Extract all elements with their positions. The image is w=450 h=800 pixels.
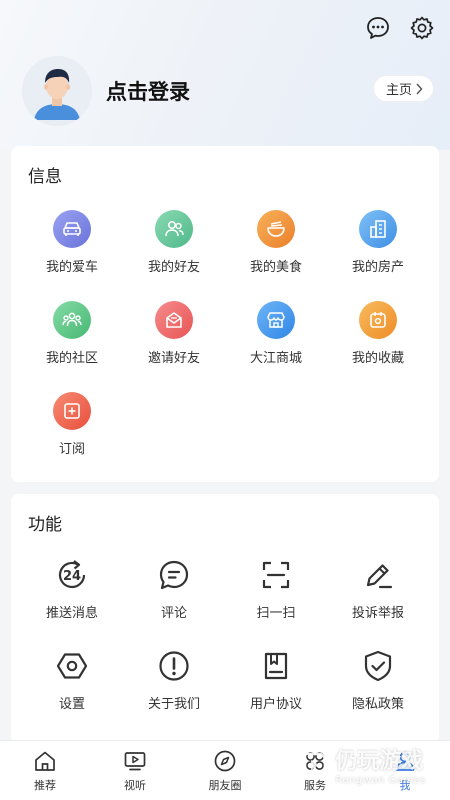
info-item-label: 大江商城 <box>249 351 302 366</box>
profile-header: 点击登录 <box>22 56 190 126</box>
avatar[interactable] <box>22 56 92 126</box>
function-section-title: 功能 <box>28 515 62 535</box>
user-icon <box>392 748 418 774</box>
func-item-label: 投诉举报 <box>351 606 404 621</box>
comment-icon <box>155 556 193 594</box>
homepage-button[interactable]: 主页 <box>372 75 434 102</box>
homepage-label: 主页 <box>385 83 412 98</box>
info-item-label: 我的爱车 <box>45 260 98 275</box>
function-card: 功能 24 推送消息 评论 扫一扫 投诉举报 设置 关于我们 用户协议 隐私政策 <box>11 494 439 744</box>
shield-check-icon <box>359 647 397 685</box>
tab-label: 朋友圈 <box>208 779 242 792</box>
func-item-privacy-policy[interactable]: 隐私政策 <box>328 647 428 712</box>
func-item-label: 用户协议 <box>249 697 302 712</box>
edit-report-icon <box>359 556 397 594</box>
func-item-settings[interactable]: 设置 <box>22 647 122 712</box>
info-item-label: 我的房产 <box>351 260 404 275</box>
info-item-label: 我的社区 <box>45 351 98 366</box>
push-24-icon: 24 <box>53 556 91 594</box>
invite-icon <box>155 301 193 339</box>
store-icon <box>257 301 295 339</box>
func-item-scan[interactable]: 扫一扫 <box>226 556 326 621</box>
func-item-label: 设置 <box>58 697 85 712</box>
info-item-my-community[interactable]: 我的社区 <box>22 301 122 366</box>
tab-services[interactable]: 服务 <box>270 741 360 800</box>
tab-label: 视听 <box>124 779 146 792</box>
info-card: 信息 我的爱车 我的好友 我的美食 我的房产 我的社区 邀请好友 大江商城 我的… <box>11 146 439 482</box>
tab-label: 我 <box>399 779 411 792</box>
func-item-push-messages[interactable]: 24 推送消息 <box>22 556 122 621</box>
tab-label: 服务 <box>304 779 326 792</box>
video-icon <box>122 748 148 774</box>
tab-moments[interactable]: 朋友圈 <box>180 741 270 800</box>
info-item-dajiang-mall[interactable]: 大江商城 <box>226 301 326 366</box>
car-icon <box>53 210 91 248</box>
info-section-title: 信息 <box>28 167 62 187</box>
func-item-label: 扫一扫 <box>256 606 296 621</box>
settings-icon[interactable] <box>408 14 436 42</box>
tab-recommend[interactable]: 推荐 <box>0 741 90 800</box>
bottom-tab-bar: 推荐 视听 朋友圈 服务 我 <box>0 740 450 800</box>
tab-label: 推荐 <box>34 779 56 792</box>
hexagon-settings-icon <box>53 647 91 685</box>
info-item-my-friends[interactable]: 我的好友 <box>124 210 224 275</box>
func-item-comment[interactable]: 评论 <box>124 556 224 621</box>
info-item-my-food[interactable]: 我的美食 <box>226 210 326 275</box>
food-icon <box>257 210 295 248</box>
info-item-label: 我的美食 <box>249 260 302 275</box>
func-item-about-us[interactable]: 关于我们 <box>124 647 224 712</box>
login-prompt[interactable]: 点击登录 <box>106 76 190 106</box>
grid-icon <box>302 748 328 774</box>
header-actions <box>364 14 436 42</box>
tab-video[interactable]: 视听 <box>90 741 180 800</box>
info-item-label: 我的收藏 <box>351 351 404 366</box>
tab-me[interactable]: 我 <box>360 741 450 800</box>
func-item-complaint-report[interactable]: 投诉举报 <box>328 556 428 621</box>
chevron-right-icon <box>416 83 423 94</box>
func-item-label: 隐私政策 <box>351 697 404 712</box>
favorite-icon <box>359 301 397 339</box>
func-item-label: 评论 <box>160 606 187 621</box>
info-item-label: 我的好友 <box>147 260 200 275</box>
info-item-invite-friends[interactable]: 邀请好友 <box>124 301 224 366</box>
func-item-label: 推送消息 <box>45 606 98 621</box>
info-item-my-property[interactable]: 我的房产 <box>328 210 428 275</box>
community-icon <box>53 301 91 339</box>
compass-icon <box>212 748 238 774</box>
info-item-my-favorites[interactable]: 我的收藏 <box>328 301 428 366</box>
info-item-my-car[interactable]: 我的爱车 <box>22 210 122 275</box>
message-icon[interactable] <box>364 14 392 42</box>
building-icon <box>359 210 397 248</box>
func-item-label: 关于我们 <box>147 697 200 712</box>
document-icon <box>257 647 295 685</box>
home-icon <box>32 748 58 774</box>
info-icon <box>155 647 193 685</box>
scan-icon <box>257 556 295 594</box>
friends-icon <box>155 210 193 248</box>
info-item-label: 订阅 <box>58 442 85 457</box>
subscribe-icon <box>53 392 91 430</box>
func-item-user-agreement[interactable]: 用户协议 <box>226 647 326 712</box>
info-item-subscribe[interactable]: 订阅 <box>22 392 122 457</box>
svg-text:24: 24 <box>63 569 81 584</box>
info-item-label: 邀请好友 <box>147 351 200 366</box>
